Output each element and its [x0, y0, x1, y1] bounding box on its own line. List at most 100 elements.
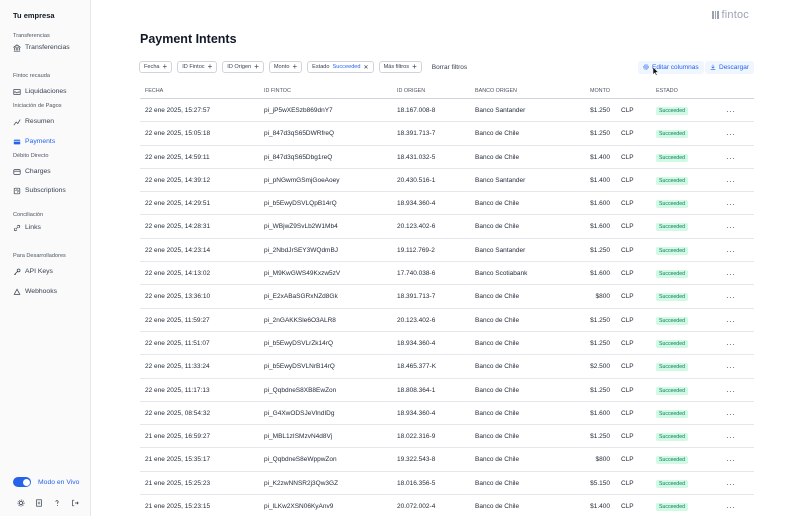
table-row[interactable]: 22 ene 2025, 15:05:18 pi_847d3qS65DWRfreQ…	[140, 122, 754, 146]
cell-id-origen: 18.808.364-1	[397, 386, 436, 394]
cell-fecha: 22 ene 2025, 14:13:02	[145, 270, 211, 278]
table-row[interactable]: 22 ene 2025, 14:28:31 pi_WBjwZ9SvLb2W1Mb4…	[140, 215, 754, 239]
column-header-monto[interactable]: MONTO	[590, 88, 610, 94]
row-menu-button[interactable]: ···	[726, 410, 736, 419]
cell-currency: CLP	[621, 479, 634, 487]
column-header-id-fintoc[interactable]: ID FINTOC	[264, 88, 291, 94]
row-menu-button[interactable]: ···	[726, 340, 736, 349]
cell-currency: CLP	[621, 270, 634, 278]
cell-id-origen: 18.016.356-5	[397, 479, 436, 487]
close-icon[interactable]: ✕	[364, 64, 369, 71]
row-menu-button[interactable]: ···	[726, 433, 736, 442]
help-icon[interactable]	[52, 498, 62, 508]
gear-icon	[643, 63, 649, 72]
table-row[interactable]: 22 ene 2025, 11:17:13 pi_QqbdneS8XB8EwZon…	[140, 379, 754, 402]
cell-id-fintoc: pi_b5EwyDSVLNrB14rQ	[264, 363, 335, 371]
cell-currency: CLP	[621, 456, 634, 464]
table-row[interactable]: 22 ene 2025, 14:13:02 pi_M9KwGWS49Kxzw5zV…	[140, 262, 754, 286]
filter-more[interactable]: Más filtros +	[378, 61, 422, 73]
settings-icon[interactable]	[16, 498, 26, 508]
sidebar-item-transferencias[interactable]: Transferencias	[13, 42, 70, 53]
filter-id-fintoc[interactable]: ID Fintoc +	[177, 61, 218, 73]
table-row[interactable]: 22 ene 2025, 15:27:57 pi_jP5wXESzb869dnY7…	[140, 99, 754, 123]
table-row[interactable]: 22 ene 2025, 11:59:27 pi_2nGAKKSle6O3ALR8…	[140, 309, 754, 332]
table-row[interactable]: 22 ene 2025, 13:36:10 pi_E2xABaSGRxNZd8Gk…	[140, 285, 754, 309]
row-menu-button[interactable]: ···	[726, 456, 736, 465]
logout-icon[interactable]	[70, 498, 80, 508]
sidebar-item-webhooks[interactable]: Webhooks	[13, 286, 57, 297]
sidebar-item-liquidaciones[interactable]: Liquidaciones	[13, 86, 67, 97]
plus-icon: +	[162, 62, 168, 71]
row-menu-button[interactable]: ···	[726, 293, 736, 302]
table-row[interactable]: 21 ene 2025, 15:23:15 pi_lLKw2XSN06KyAnv9…	[140, 495, 754, 516]
cell-id-fintoc: pi_MBL1zISMzvN4d8Vj	[264, 433, 333, 441]
table-row[interactable]: 21 ene 2025, 15:35:17 pi_QqbdneS8eWppwZon…	[140, 448, 754, 472]
row-menu-button[interactable]: ···	[726, 270, 736, 279]
column-header-banco-origen[interactable]: BANCO ORIGEN	[475, 88, 517, 94]
cell-monto: $1.600	[590, 200, 610, 208]
status-badge: Succeeded	[656, 246, 688, 255]
sidebar-item-api-keys[interactable]: API Keys	[13, 266, 53, 277]
table-row[interactable]: 21 ene 2025, 16:59:27 pi_MBL1zISMzvN4d8Vj…	[140, 425, 754, 449]
table-row[interactable]: 21 ene 2025, 15:25:23 pi_K2zwNNSR2j3Qw3GZ…	[140, 472, 754, 496]
row-menu-button[interactable]: ···	[726, 177, 736, 186]
sidebar-item-charges[interactable]: Charges	[13, 166, 51, 177]
cell-banco-origen: Banco de Chile	[475, 456, 520, 464]
cell-id-fintoc: pi_847d3qS65Dbg1reQ	[264, 153, 333, 161]
row-menu-button[interactable]: ···	[726, 480, 736, 489]
sidebar-item-resumen[interactable]: Resumen	[13, 116, 54, 127]
status-badge: Succeeded	[656, 386, 688, 395]
cell-monto: $1.250	[590, 107, 610, 114]
cell-monto: $5.150	[590, 479, 610, 487]
cell-monto: $1.250	[590, 386, 610, 394]
sidebar-item-links[interactable]: Links	[13, 222, 41, 233]
row-menu-button[interactable]: ···	[726, 503, 736, 512]
section-label-fintoc-recauda: Fintoc recauda	[13, 73, 51, 79]
cell-currency: CLP	[621, 130, 634, 138]
row-menu-button[interactable]: ···	[726, 247, 736, 256]
row-menu-button[interactable]: ···	[726, 363, 736, 372]
table-row[interactable]: 22 ene 2025, 14:39:12 pi_pNGwmGSmjGoeAoey…	[140, 169, 754, 193]
clear-filters-link[interactable]: Borrar filtros	[432, 64, 467, 71]
plus-icon: +	[254, 62, 259, 71]
sidebar-item-payments[interactable]: Payments	[13, 136, 55, 147]
row-menu-button[interactable]: ···	[726, 387, 736, 396]
status-badge: Succeeded	[656, 316, 688, 325]
section-label-debito-directo: Débito Directo	[13, 153, 49, 159]
table-row[interactable]: 22 ene 2025, 14:59:11 pi_847d3qS65Dbg1reQ…	[140, 146, 754, 169]
edit-columns-button[interactable]: Editar columnas	[638, 61, 704, 74]
table-row[interactable]: 22 ene 2025, 11:33:24 pi_b5EwyDSVLNrB14rQ…	[140, 355, 754, 379]
column-header-fecha[interactable]: FECHA	[145, 88, 163, 94]
table-row[interactable]: 22 ene 2025, 11:51:07 pi_b5EwyDSVLrZk14rQ…	[140, 332, 754, 356]
download-button[interactable]: Descargar	[705, 61, 754, 74]
row-menu-button[interactable]: ···	[726, 107, 736, 116]
cell-id-origen: 18.431.032-5	[397, 153, 436, 161]
table-row[interactable]: 22 ene 2025, 14:29:51 pi_b5EwyDSVLQpB14rQ…	[140, 192, 754, 216]
row-menu-button[interactable]: ···	[726, 317, 736, 326]
column-header-id-origen[interactable]: ID ORIGEN	[397, 88, 425, 94]
filter-monto[interactable]: Monto +	[268, 61, 303, 73]
table-header: FECHA ID FINTOC ID ORIGEN BANCO ORIGEN M…	[140, 82, 754, 99]
sidebar-item-subscriptions[interactable]: Subscriptions	[13, 185, 66, 196]
cell-fecha: 22 ene 2025, 14:39:12	[145, 176, 211, 184]
table-row[interactable]: 22 ene 2025, 14:23:14 pi_2NbdJrSEY3WQdmBJ…	[140, 239, 754, 263]
filter-fecha[interactable]: Fecha +	[139, 61, 173, 73]
row-menu-button[interactable]: ···	[726, 200, 736, 209]
cell-monto: $2.500	[590, 363, 610, 371]
live-mode-switch[interactable]	[13, 477, 31, 487]
cell-id-origen: 18.465.377-K	[397, 363, 437, 371]
filter-estado[interactable]: Estado Succeeded ✕	[307, 61, 374, 73]
table-row[interactable]: 22 ene 2025, 08:54:32 pi_G4XwODSJeVlndIDg…	[140, 402, 754, 426]
sidebar-item-label: Charges	[25, 168, 51, 175]
row-menu-button[interactable]: ···	[726, 154, 736, 163]
row-menu-button[interactable]: ···	[726, 223, 736, 232]
cell-id-fintoc: pi_QqbdneS8XB8EwZon	[264, 386, 337, 394]
row-menu-button[interactable]: ···	[726, 130, 736, 139]
column-header-estado[interactable]: ESTADO	[656, 88, 678, 94]
cell-fecha: 22 ene 2025, 14:23:14	[145, 246, 211, 254]
filter-id-origen[interactable]: ID Origen +	[222, 61, 264, 73]
document-icon[interactable]	[34, 498, 44, 508]
live-mode-toggle[interactable]: Modo en Vivo	[13, 477, 79, 487]
mouse-cursor-icon	[653, 67, 659, 76]
company-name[interactable]: Tu empresa	[13, 11, 55, 20]
